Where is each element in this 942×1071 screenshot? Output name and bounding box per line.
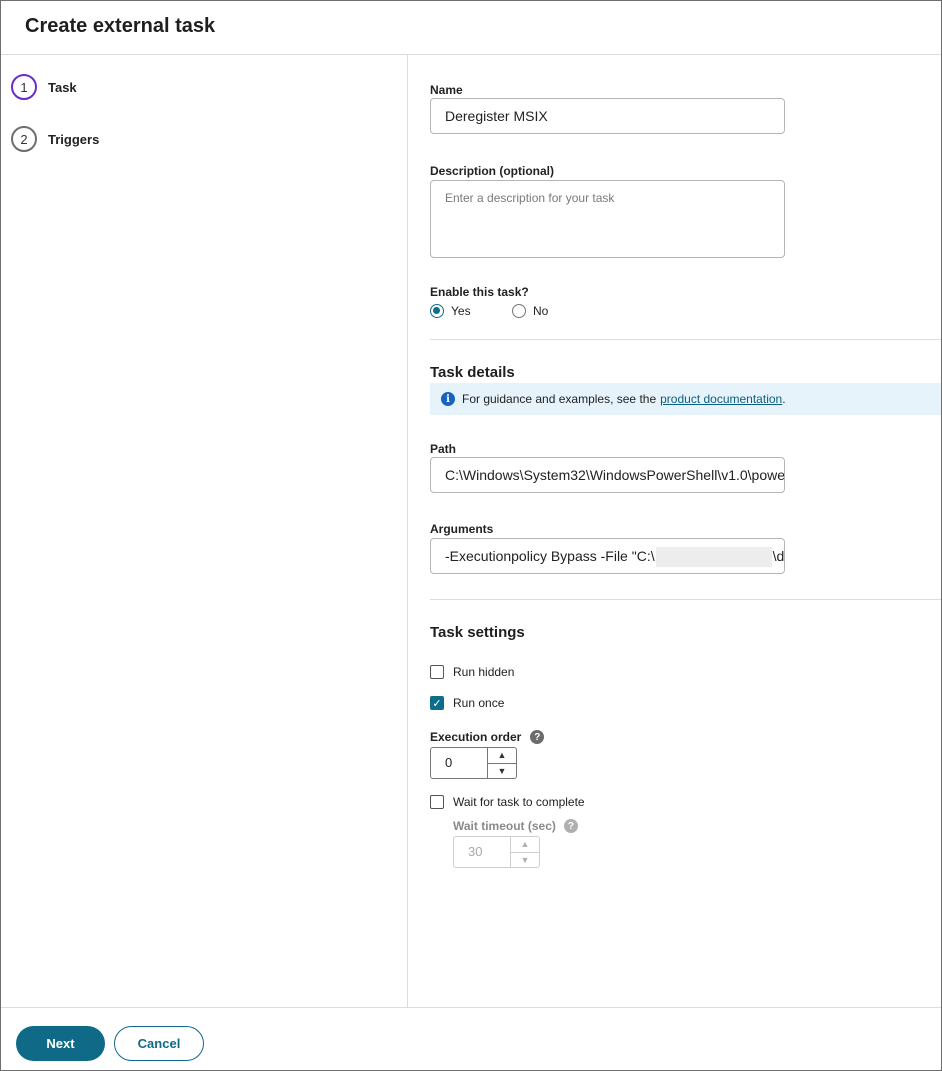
chevron-down-icon[interactable]: ▼ [488,764,516,779]
execution-order-stepper[interactable]: 0 ▲ ▼ [430,747,517,779]
step-number: 2 [11,126,37,152]
radio-no-label: No [533,304,549,318]
execution-order-value[interactable]: 0 [431,748,487,778]
step-number: 1 [11,74,37,100]
step-triggers[interactable]: 2 Triggers [11,126,99,152]
name-label: Name [430,83,463,97]
checkbox-box[interactable] [430,665,444,679]
run-hidden-label: Run hidden [453,665,515,679]
check-icon[interactable]: ✓ [430,696,444,710]
wait-timeout-stepper: 30 ▲ ▼ [453,836,540,868]
next-button[interactable]: Next [16,1026,105,1061]
dialog-header: Create external task [1,1,941,55]
enable-label: Enable this task? [430,285,529,299]
wait-complete-checkbox[interactable]: Wait for task to complete [430,795,585,809]
run-hidden-checkbox[interactable]: Run hidden [430,665,514,679]
dialog: Create external task 1 Task 2 Triggers N… [0,0,942,1071]
divider [430,339,941,340]
execution-order-label-row: Execution order ? [430,730,545,744]
arguments-input[interactable]: -Executionpolicy Bypass -File "C:\ \dereg… [430,538,785,574]
info-banner: i For guidance and examples, see the pro… [430,383,941,415]
info-icon: i [441,392,455,406]
run-once-label: Run once [453,696,505,710]
wait-timeout-label-row: Wait timeout (sec) ? [453,819,578,833]
chevron-down-icon: ▼ [520,854,530,865]
product-documentation-link[interactable]: product documentation [660,392,782,406]
task-details-title: Task details [430,364,515,381]
help-icon[interactable]: ? [530,730,545,744]
wait-complete-label: Wait for task to complete [453,795,585,809]
help-icon: ? [563,819,578,833]
execution-order-label: Execution order [430,730,522,744]
dialog-footer: Next Cancel [1,1007,941,1070]
arguments-prefix: -Executionpolicy Bypass -File "C:\ [445,548,655,564]
wait-timeout-value: 30 [468,844,483,859]
arguments-label: Arguments [430,522,494,536]
cancel-button[interactable]: Cancel [114,1026,204,1061]
radio-no-control[interactable] [512,304,526,318]
chevron-up-icon: ▲ [511,837,539,853]
description-textarea[interactable] [430,180,785,258]
wait-timeout-label: Wait timeout (sec) [453,819,556,833]
radio-yes-control[interactable] [430,304,444,318]
arguments-suffix: \deregister.ps1" [772,548,785,564]
step-task[interactable]: 1 Task [11,74,77,100]
description-label: Description (optional) [430,164,554,178]
radio-yes[interactable]: Yes [430,304,471,318]
radio-no[interactable]: No [512,304,548,318]
run-once-checkbox[interactable]: ✓ Run once [430,696,504,710]
step-label: Task [48,79,77,95]
info-suffix: . [782,392,786,406]
checkbox-box[interactable] [430,795,444,809]
redacted-segment [655,547,772,568]
step-label: Triggers [48,131,100,147]
chevron-up-icon[interactable]: ▲ [488,748,516,764]
path-input[interactable]: C:\Windows\System32\WindowsPowerShell\v1… [430,457,785,493]
wizard-steps: 1 Task 2 Triggers [1,55,408,1007]
info-text: For guidance and examples, see the [462,392,657,406]
page-title: Create external task [25,15,216,37]
path-label: Path [430,442,457,456]
task-form: Name Deregister MSIX Description (option… [409,55,941,1007]
divider [430,599,941,600]
name-input[interactable]: Deregister MSIX [430,98,785,134]
task-settings-title: Task settings [430,624,525,641]
radio-yes-label: Yes [451,304,471,318]
